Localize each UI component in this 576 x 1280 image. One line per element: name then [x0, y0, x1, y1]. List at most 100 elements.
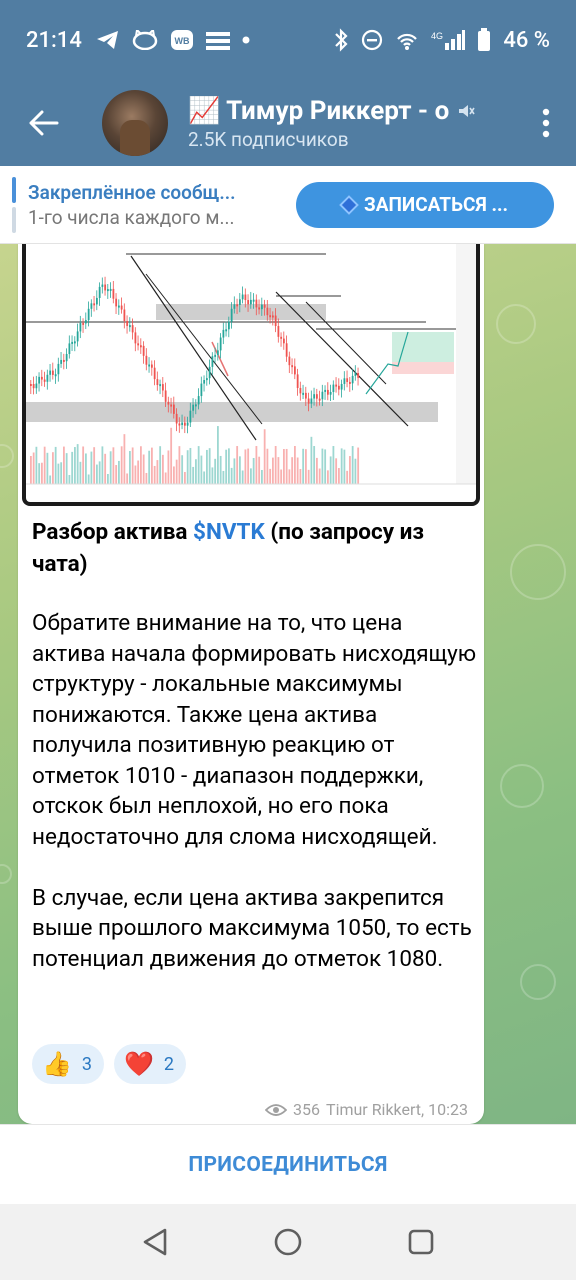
volume-bar [118, 460, 120, 484]
volume-bar [340, 448, 343, 484]
reaction-thumbs-up[interactable]: 👍 3 [32, 1044, 105, 1084]
more-options-button[interactable] [516, 80, 576, 166]
volume-bar [57, 463, 60, 484]
candle-body [351, 375, 354, 384]
volume-bar [107, 473, 109, 484]
volume-bar [129, 451, 131, 484]
status-bar: 21:14 WB 4G 46 % [0, 0, 576, 80]
candle-body [186, 422, 189, 426]
nav-back-button[interactable] [125, 1212, 185, 1272]
volume-bar [294, 446, 296, 484]
price-axis [456, 244, 476, 484]
volume-bar [266, 448, 269, 484]
candle-body [79, 322, 82, 332]
candle-body [310, 398, 313, 404]
volume-bar [142, 454, 145, 484]
candle-body [203, 380, 206, 384]
candle-body [214, 354, 217, 357]
volume-bar [332, 446, 335, 484]
volume-bar [263, 429, 266, 484]
volume-bar [233, 458, 236, 484]
pinned-title: Закреплённое сообщ... [28, 180, 236, 204]
volume-bar [189, 447, 192, 484]
back-arrow-icon [29, 110, 59, 136]
volume-bar [167, 450, 170, 484]
candle-body [324, 389, 327, 392]
candle-body [302, 392, 305, 395]
candle-body [247, 300, 250, 305]
candle-body [263, 304, 266, 308]
volume-bar [137, 460, 140, 484]
volume-bar [162, 454, 164, 484]
join-bar: ПРИСОЕДИНИТЬСЯ [0, 1124, 576, 1204]
candle-body [173, 404, 175, 414]
volume-bar [85, 453, 87, 484]
nav-recents-button[interactable] [391, 1212, 451, 1272]
volume-bar [247, 448, 250, 484]
volume-bar [145, 472, 148, 484]
channel-info[interactable]: 📈 Тимур Риккерт - о 2.5K подписчиков [188, 96, 516, 151]
candle-body [219, 337, 222, 351]
chart-image[interactable] [22, 244, 480, 506]
message-bubble[interactable]: Разбор актива $NVTK (по запросу из чата)… [18, 244, 484, 1124]
reaction-count: 3 [81, 1053, 93, 1075]
subscriber-count: 2.5K подписчиков [188, 127, 349, 151]
volume-bar [90, 451, 93, 484]
status-time: 21:14 [26, 27, 82, 53]
candle-body [277, 326, 280, 337]
candle-body [250, 299, 252, 305]
signup-button[interactable]: ЗАПИСАТЬСЯ ... [296, 181, 554, 228]
candle-body [239, 299, 241, 305]
volume-bar [32, 452, 35, 484]
volume-bar [261, 469, 263, 484]
volume-bar [115, 465, 118, 484]
volume-bar [101, 446, 104, 484]
volume-bar [63, 446, 65, 484]
ticker-link[interactable]: $NVTK [193, 519, 265, 545]
nav-home-button[interactable] [258, 1212, 318, 1272]
volume-bar [230, 467, 233, 484]
join-button[interactable]: ПРИСОЕДИНИТЬСЯ [188, 1153, 387, 1177]
candle-body [90, 303, 93, 309]
reaction-heart[interactable]: ❤️ 2 [114, 1044, 187, 1084]
pinned-message-bar[interactable]: Закреплённое сообщ... 1-го числа каждого… [0, 166, 576, 244]
volume-bar [30, 456, 32, 484]
volume-bar [318, 468, 321, 484]
post-body: Обратите внимание на то, что цена актива… [32, 610, 477, 972]
candle-body [167, 401, 170, 405]
price-chart [26, 244, 476, 485]
volume-bar [277, 457, 280, 484]
candle-body [192, 404, 195, 411]
reaction-count: 2 [163, 1053, 175, 1075]
volume-bar [159, 446, 162, 484]
candle-body [313, 394, 316, 399]
volume-bar [46, 452, 49, 484]
volume-bar [252, 458, 255, 484]
diamond-icon [339, 194, 359, 215]
candle-body [354, 373, 357, 376]
candle-body [272, 315, 274, 318]
volume-bar [181, 455, 184, 484]
candle-body [142, 345, 145, 356]
channel-avatar[interactable] [102, 90, 168, 156]
candle-body [93, 303, 96, 306]
volume-bar [346, 470, 349, 484]
volume-bar [310, 436, 313, 484]
volume-bar [54, 446, 57, 484]
post-title: Разбор актива $NVTK (по запросу из чата) [32, 519, 424, 577]
dnd-icon [361, 29, 383, 51]
candle-body [65, 354, 68, 362]
circle-home-icon [274, 1228, 302, 1256]
volume-bar [134, 465, 137, 484]
volume-bar [208, 448, 211, 484]
candle-body [98, 286, 101, 298]
volume-bar [283, 449, 285, 484]
candle-body [76, 331, 79, 342]
channel-title: 📈 Тимур Риккерт - о [188, 96, 516, 126]
back-button[interactable] [0, 80, 88, 166]
volume-bar [112, 447, 115, 484]
volume-bar [35, 446, 38, 484]
candle-body [230, 308, 233, 322]
candle-body [181, 422, 184, 426]
volume-bar [170, 427, 173, 484]
